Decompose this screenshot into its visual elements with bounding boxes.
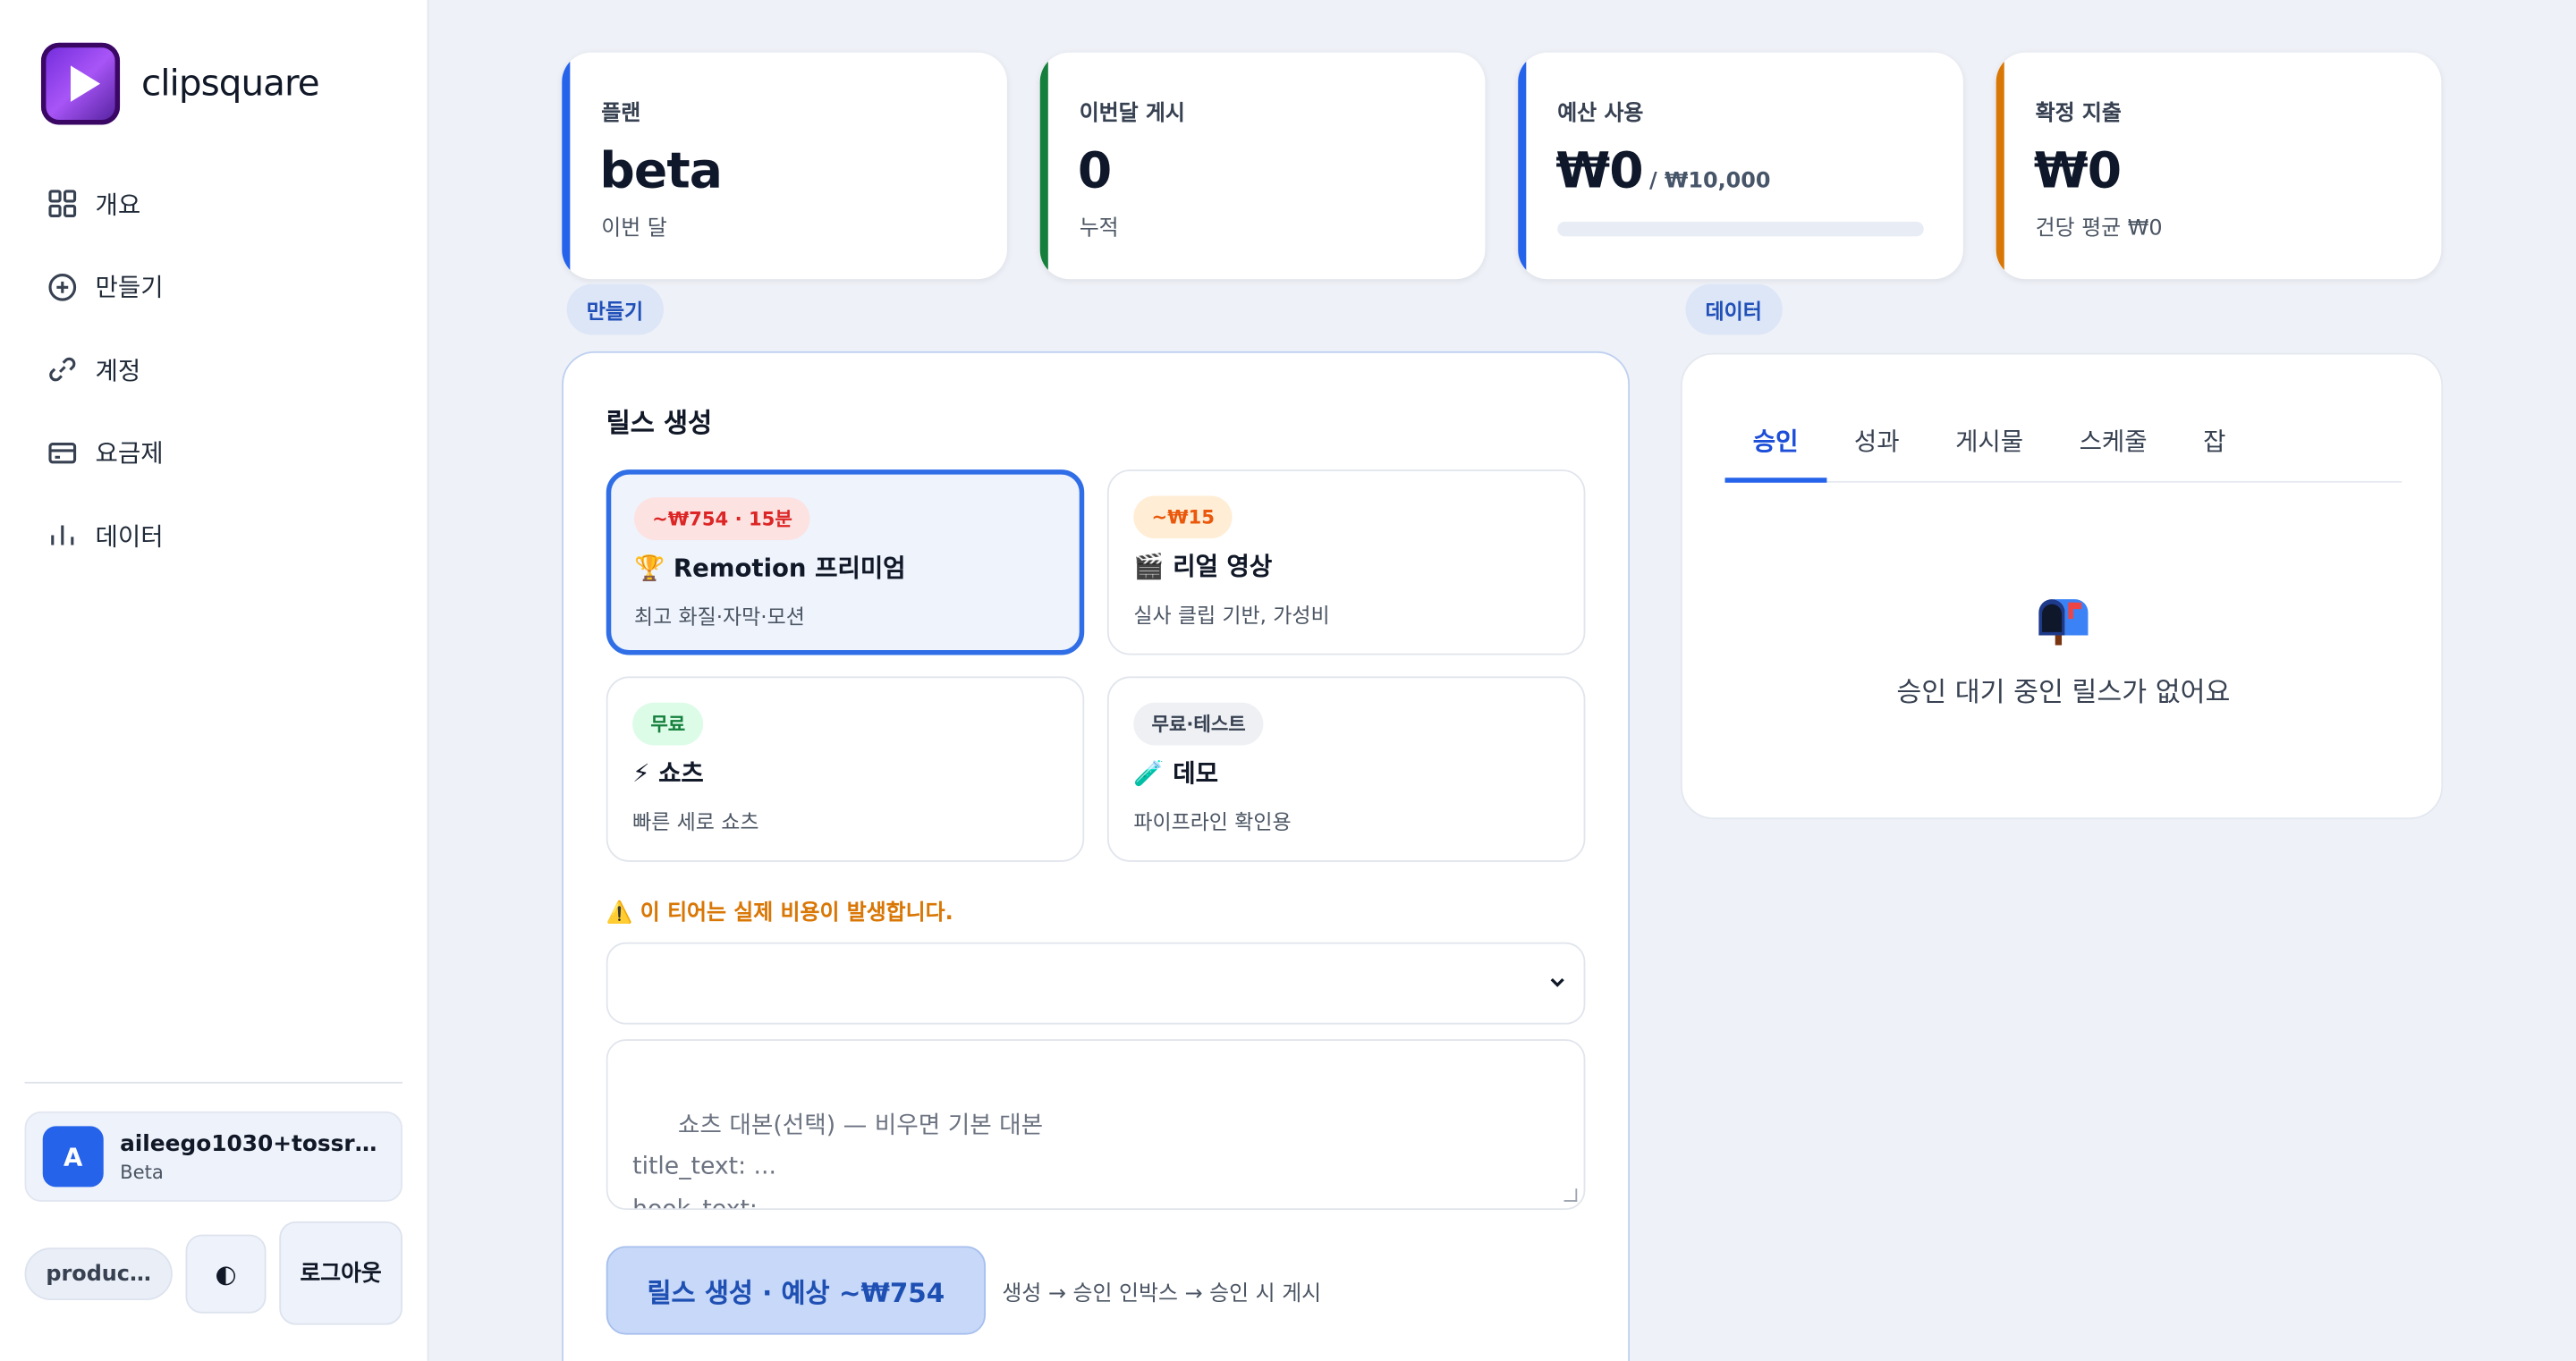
stat-label: 확정 지출 — [2035, 101, 2122, 127]
bar-chart-icon — [51, 526, 74, 546]
generate-reels-button[interactable]: 릴스 생성 · 예상 ~₩754 — [606, 1246, 987, 1335]
tier-name: 🎬 리얼 영상 — [1133, 551, 1273, 581]
stat-card-monthly-posts: 이번달 게시 0 누적 — [1039, 52, 1486, 280]
sidebar-item-label: 요금제 — [95, 438, 164, 469]
account-select[interactable] — [606, 942, 1586, 1025]
stat-value: beta — [599, 142, 723, 200]
stat-sub: 누적 — [1079, 216, 1119, 241]
stat-label: 플랜 — [601, 101, 641, 127]
budget-total: / ₩10,000 — [1648, 169, 1771, 194]
tier-description: 실사 클립 기반, 가성비 — [1133, 602, 1330, 628]
panel-title: 릴스 생성 — [606, 407, 713, 439]
stat-sub: 건당 평균 ₩0 — [2035, 216, 2163, 241]
environment-label: production — [46, 1261, 151, 1287]
sidebar-item-label: 데이터 — [95, 521, 164, 552]
price-badge: 무료·테스트 — [1133, 702, 1264, 746]
budget-progress-bar — [1557, 221, 1924, 237]
clipsquare-logo-icon — [40, 42, 121, 125]
tab-performance[interactable]: 성과 — [1826, 417, 1928, 482]
credit-card-icon — [48, 442, 77, 463]
create-panel: 릴스 생성 ~₩754 · 15분 🏆 Remotion 프리미엄 최고 화질·… — [562, 351, 1631, 1361]
stat-card-budget: 예산 사용 ₩0/ ₩10,000 — [1518, 52, 1963, 280]
empty-state-message: 승인 대기 중인 릴스가 없어요 — [1896, 676, 2231, 708]
sidebar-item-label: 개요 — [95, 190, 141, 220]
stat-value: 0 — [1077, 142, 1112, 200]
chevron-down-icon — [1550, 977, 1564, 987]
data-panel: 승인 성과 게시물 스케줄 잡 승인 대기 중인 릴스가 없어요 — [1680, 352, 2444, 820]
stat-sub: 이번 달 — [601, 216, 667, 241]
tier-description: 파이프라인 확인용 — [1133, 809, 1292, 834]
stat-card-confirmed-spend: 확정 지출 ₩0 건당 평균 ₩0 — [1996, 52, 2442, 280]
stat-value: ₩0 — [2033, 142, 2122, 200]
avatar: A — [42, 1126, 104, 1188]
grid-icon — [48, 190, 77, 217]
price-badge: 무료 — [632, 702, 704, 746]
sidebar-item-data[interactable]: 데이터 — [46, 512, 164, 558]
sidebar-item-pricing[interactable]: 요금제 — [46, 430, 164, 476]
link-icon — [49, 358, 76, 382]
sidebar-nav: 개요 만들기 계정 요금제 데이터 — [46, 181, 164, 596]
tier-name: 🧪 데모 — [1133, 758, 1218, 789]
tab-schedule[interactable]: 스케줄 — [2051, 417, 2174, 482]
user-card[interactable]: A aileego1030+tossreviewer@gmail.com Bet… — [24, 1111, 402, 1202]
stat-label: 이번달 게시 — [1079, 101, 1185, 127]
sidebar-divider — [24, 1081, 402, 1084]
sidebar-item-create[interactable]: 만들기 — [46, 264, 164, 309]
tier-card-demo[interactable]: 무료·테스트 🧪 데모 파이프라인 확인용 — [1106, 676, 1586, 862]
stat-accent-bar — [1039, 52, 1048, 280]
stat-value: ₩0 — [1555, 142, 1643, 200]
script-placeholder: 쇼츠 대본(선택) — 비우면 기본 대본 title_text: ... ho… — [632, 1112, 1044, 1211]
user-email: aileego1030+tossreviewer@gmail.com — [120, 1130, 391, 1157]
contrast-icon: ◐ — [215, 1259, 237, 1289]
price-badge: ~₩754 · 15분 — [633, 497, 811, 541]
tab-jobs[interactable]: 잡 — [2175, 417, 2254, 482]
stat-accent-bar — [562, 52, 571, 280]
stat-label: 예산 사용 — [1557, 101, 1644, 127]
logout-button[interactable]: 로그아웃 — [279, 1221, 402, 1325]
tier-description: 최고 화질·자막·모션 — [633, 604, 805, 630]
mailbox-icon — [2038, 599, 2089, 646]
stat-card-plan: 플랜 beta 이번 달 — [562, 52, 1007, 280]
stat-value-row: ₩0/ ₩10,000 — [1555, 143, 1770, 200]
resize-handle[interactable] — [1563, 1188, 1578, 1202]
brand-name: clipsquare — [140, 63, 320, 105]
theme-toggle-button[interactable]: ◐ — [185, 1234, 267, 1314]
sidebar-item-overview[interactable]: 개요 — [46, 181, 163, 226]
plus-circle-icon — [48, 273, 77, 300]
tier-name: ⚡ 쇼츠 — [632, 758, 704, 789]
sidebar-item-accounts[interactable]: 계정 — [46, 347, 163, 393]
sidebar-item-label: 계정 — [95, 355, 141, 385]
environment-pill[interactable]: production — [24, 1247, 173, 1301]
tab-posts[interactable]: 게시물 — [1928, 417, 2051, 482]
sidebar-item-label: 만들기 — [95, 272, 164, 302]
tier-name: 🏆 Remotion 프리미엄 — [633, 553, 906, 583]
data-tabs: 승인 성과 게시물 스케줄 잡 — [1724, 417, 2402, 483]
section-pill-data: 데이터 — [1685, 283, 1782, 335]
tier-description: 빠른 세로 쇼츠 — [632, 809, 759, 834]
price-badge: ~₩15 — [1133, 495, 1233, 539]
stat-accent-bar — [1996, 52, 2004, 280]
tier-card-real-video[interactable]: ~₩15 🎬 리얼 영상 실사 클립 기반, 가성비 — [1106, 469, 1586, 655]
stat-accent-bar — [1518, 52, 1527, 280]
tab-approval[interactable]: 승인 — [1724, 417, 1826, 483]
tier-card-remotion-premium[interactable]: ~₩754 · 15분 🏆 Remotion 프리미엄 최고 화질·자막·모션 — [606, 469, 1085, 655]
tier-card-shorts[interactable]: 무료 ⚡ 쇼츠 빠른 세로 쇼츠 — [606, 676, 1085, 862]
section-pill-create: 만들기 — [566, 283, 664, 335]
sidebar: clipsquare 개요 만들기 계정 요금제 데이터 A aileego10… — [0, 0, 429, 1361]
user-plan: Beta — [120, 1160, 164, 1183]
brand-logo[interactable]: clipsquare — [40, 42, 320, 125]
script-textarea[interactable]: 쇼츠 대본(선택) — 비우면 기본 대본 title_text: ... ho… — [606, 1039, 1586, 1211]
flow-hint: 생성 → 승인 인박스 → 승인 시 게시 — [1002, 1281, 1322, 1307]
cost-warning: ⚠️ 이 티어는 실제 비용이 발생합니다. — [606, 900, 953, 926]
